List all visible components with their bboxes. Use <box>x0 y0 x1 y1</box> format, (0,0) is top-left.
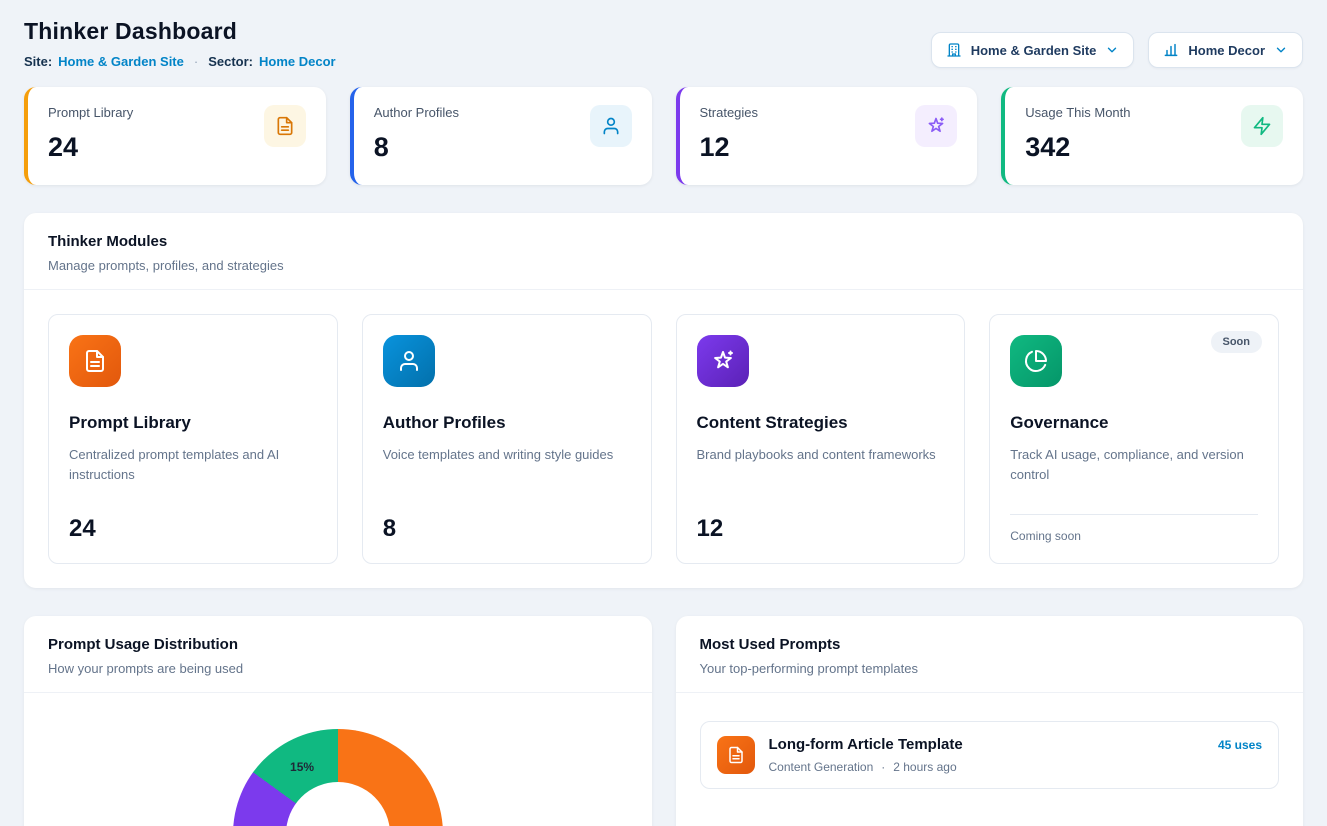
modules-grid: Prompt Library Centralized prompt templa… <box>24 290 1303 588</box>
user-icon <box>590 105 632 147</box>
sector-selector-dropdown[interactable]: Home Decor <box>1148 32 1303 68</box>
sector-selector-label: Home Decor <box>1188 43 1265 58</box>
module-value: 8 <box>383 515 631 543</box>
bar-chart-icon <box>1163 42 1179 58</box>
dashboard-page: Thinker Dashboard Site: Home & Garden Si… <box>0 0 1327 826</box>
most-used-subtitle: Your top-performing prompt templates <box>700 661 1280 676</box>
thinker-modules-panel: Thinker Modules Manage prompts, profiles… <box>24 213 1303 588</box>
module-description: Centralized prompt templates and AI inst… <box>69 445 317 485</box>
sector-label: Sector: <box>208 54 253 69</box>
stat-card-strategies: Strategies 12 <box>676 87 978 185</box>
breadcrumb: Site: Home & Garden Site · Sector: Home … <box>24 54 336 69</box>
module-value: 24 <box>69 515 317 543</box>
stat-value: 24 <box>48 132 133 163</box>
stat-label: Usage This Month <box>1025 105 1130 120</box>
stat-label: Strategies <box>700 105 759 120</box>
prompt-list-item[interactable]: Long-form Article Template Content Gener… <box>700 721 1280 789</box>
site-selector-label: Home & Garden Site <box>971 43 1097 58</box>
meta-separator: · <box>881 760 885 774</box>
prompt-item-main: Long-form Article Template Content Gener… <box>769 736 1204 774</box>
module-card-governance[interactable]: Soon Governance Track AI usage, complian… <box>989 314 1279 564</box>
modules-title: Thinker Modules <box>48 233 1279 250</box>
donut-chart <box>233 729 443 826</box>
site-link[interactable]: Home & Garden Site <box>58 54 184 69</box>
module-description: Voice templates and writing style guides <box>383 445 631 465</box>
module-card-content-strategies[interactable]: Content Strategies Brand playbooks and c… <box>676 314 966 564</box>
stat-value: 342 <box>1025 132 1130 163</box>
stat-text: Prompt Library 24 <box>48 105 133 163</box>
module-divider <box>1010 514 1258 515</box>
prompt-item-title: Long-form Article Template <box>769 736 1204 753</box>
prompt-item-meta: Content Generation · 2 hours ago <box>769 760 1204 774</box>
document-icon <box>69 335 121 387</box>
site-label: Site: <box>24 54 52 69</box>
prompt-item-time: 2 hours ago <box>893 760 956 774</box>
pie-chart-icon <box>1010 335 1062 387</box>
module-description: Track AI usage, compliance, and version … <box>1010 445 1258 485</box>
stat-label: Author Profiles <box>374 105 459 120</box>
module-value: 12 <box>697 515 945 543</box>
prompt-item-uses: 45 uses <box>1218 738 1262 752</box>
stat-card-prompt-library: Prompt Library 24 <box>24 87 326 185</box>
stat-card-author-profiles: Author Profiles 8 <box>350 87 652 185</box>
modules-header: Thinker Modules Manage prompts, profiles… <box>24 213 1303 290</box>
stat-text: Author Profiles 8 <box>374 105 459 163</box>
breadcrumb-separator: · <box>194 54 198 69</box>
sparkle-icon <box>697 335 749 387</box>
header-left: Thinker Dashboard Site: Home & Garden Si… <box>24 18 336 69</box>
sparkle-icon <box>915 105 957 147</box>
stats-grid: Prompt Library 24 Author Profiles 8 Stra… <box>24 87 1303 185</box>
usage-distribution-header: Prompt Usage Distribution How your promp… <box>24 616 652 693</box>
most-used-prompts-card: Most Used Prompts Your top-performing pr… <box>676 616 1304 826</box>
module-description: Brand playbooks and content frameworks <box>697 445 945 465</box>
stat-label: Prompt Library <box>48 105 133 120</box>
most-used-header: Most Used Prompts Your top-performing pr… <box>676 616 1304 693</box>
module-title: Prompt Library <box>69 413 317 433</box>
lightning-icon <box>1241 105 1283 147</box>
modules-subtitle: Manage prompts, profiles, and strategies <box>48 258 1279 273</box>
stat-value: 12 <box>700 132 759 163</box>
module-title: Governance <box>1010 413 1258 433</box>
usage-distribution-card: Prompt Usage Distribution How your promp… <box>24 616 652 826</box>
module-footer: Coming soon <box>1010 529 1258 543</box>
user-icon <box>383 335 435 387</box>
module-card-prompt-library[interactable]: Prompt Library Centralized prompt templa… <box>48 314 338 564</box>
usage-distribution-title: Prompt Usage Distribution <box>48 636 628 653</box>
bottom-grid: Prompt Usage Distribution How your promp… <box>24 616 1303 826</box>
document-icon <box>717 736 755 774</box>
header-selectors: Home & Garden Site Home Decor <box>931 32 1303 68</box>
document-icon <box>264 105 306 147</box>
module-card-author-profiles[interactable]: Author Profiles Voice templates and writ… <box>362 314 652 564</box>
site-selector-dropdown[interactable]: Home & Garden Site <box>931 32 1135 68</box>
stat-text: Strategies 12 <box>700 105 759 163</box>
most-used-title: Most Used Prompts <box>700 636 1280 653</box>
prompt-item-category: Content Generation <box>769 760 874 774</box>
usage-distribution-subtitle: How your prompts are being used <box>48 661 628 676</box>
donut-segment-label: 15% <box>290 760 314 774</box>
topbar: Thinker Dashboard Site: Home & Garden Si… <box>24 18 1303 69</box>
stat-value: 8 <box>374 132 459 163</box>
donut-chart-wrap: 15% <box>233 729 443 826</box>
soon-badge: Soon <box>1211 331 1263 353</box>
stat-text: Usage This Month 342 <box>1025 105 1130 163</box>
module-title: Author Profiles <box>383 413 631 433</box>
chevron-down-icon <box>1274 43 1288 57</box>
sector-link[interactable]: Home Decor <box>259 54 336 69</box>
building-icon <box>946 42 962 58</box>
chevron-down-icon <box>1105 43 1119 57</box>
module-title: Content Strategies <box>697 413 945 433</box>
page-title: Thinker Dashboard <box>24 18 336 45</box>
stat-card-usage: Usage This Month 342 <box>1001 87 1303 185</box>
